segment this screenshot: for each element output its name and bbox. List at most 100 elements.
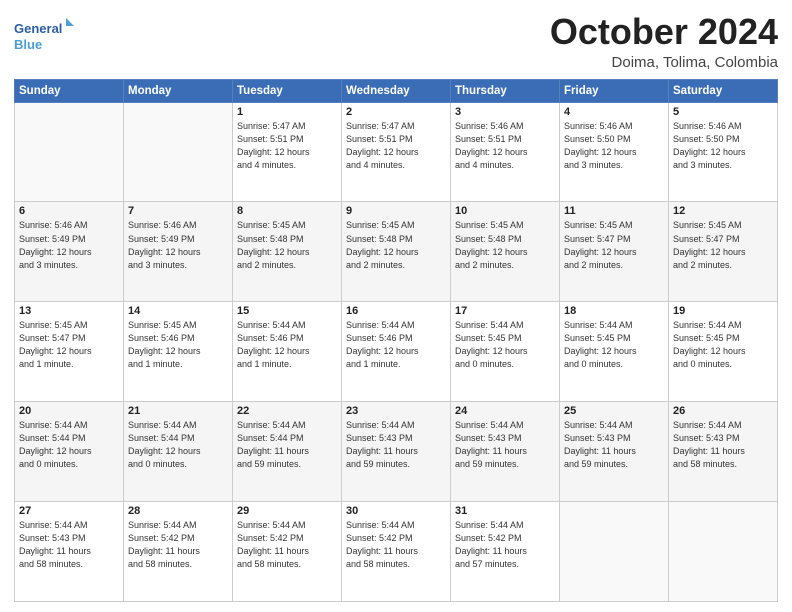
day-detail: Sunrise: 5:45 AM Sunset: 5:48 PM Dayligh… [455, 219, 555, 271]
day-detail: Sunrise: 5:44 AM Sunset: 5:43 PM Dayligh… [19, 519, 119, 571]
day-cell: 14Sunrise: 5:45 AM Sunset: 5:46 PM Dayli… [124, 302, 233, 402]
day-detail: Sunrise: 5:45 AM Sunset: 5:47 PM Dayligh… [673, 219, 773, 271]
day-cell: 22 Sunrise: 5:44 AM Sunset: 5:44 PM Dayli… [233, 402, 342, 502]
page: General Blue October 2024 Doima, Tolima,… [0, 0, 792, 612]
day-detail: Sunrise: 5:44 AM Sunset: 5:45 PM Dayligh… [564, 319, 664, 371]
day-number: 9 [346, 205, 446, 217]
day-cell: 11 Sunrise: 5:45 AM Sunset: 5:47 PM Dayli… [560, 202, 669, 302]
day-number: 21 [128, 405, 228, 417]
week-row-1: 1 Sunrise: 5:47 AM Sunset: 5:51 PM Daylig… [15, 102, 778, 202]
calendar-body: 1 Sunrise: 5:47 AM Sunset: 5:51 PM Daylig… [15, 102, 778, 601]
day-detail: Sunrise: 5:44 AM Sunset: 5:42 PM Dayligh… [346, 519, 446, 571]
day-cell: 7Sunrise: 5:46 AM Sunset: 5:49 PM Daylig… [124, 202, 233, 302]
day-cell [560, 502, 669, 602]
day-cell: 6 Sunrise: 5:46 AM Sunset: 5:49 PM Daylig… [15, 202, 124, 302]
col-thursday: Thursday [451, 79, 560, 102]
day-detail: Sunrise: 5:44 AM Sunset: 5:44 PM Dayligh… [128, 419, 228, 471]
day-cell: 1 Sunrise: 5:47 AM Sunset: 5:51 PM Daylig… [233, 102, 342, 202]
week-row-3: 13 Sunrise: 5:45 AM Sunset: 5:47 PM Dayli… [15, 302, 778, 402]
header-row: Sunday Monday Tuesday Wednesday Thursday… [15, 79, 778, 102]
col-tuesday: Tuesday [233, 79, 342, 102]
week-row-5: 27 Sunrise: 5:44 AM Sunset: 5:43 PM Dayli… [15, 502, 778, 602]
logo: General Blue [14, 16, 74, 56]
day-number: 4 [564, 106, 664, 118]
day-cell: 18 Sunrise: 5:44 AM Sunset: 5:45 PM Dayli… [560, 302, 669, 402]
day-detail: Sunrise: 5:44 AM Sunset: 5:43 PM Dayligh… [346, 419, 446, 471]
day-cell: 21 Sunrise: 5:44 AM Sunset: 5:44 PM Dayli… [124, 402, 233, 502]
day-cell: 17 Sunrise: 5:44 AM Sunset: 5:45 PM Dayli… [451, 302, 560, 402]
day-detail: Sunrise: 5:45 AM Sunset: 5:48 PM Dayligh… [346, 219, 446, 271]
svg-text:Blue: Blue [14, 37, 42, 52]
day-number: 5 [673, 106, 773, 118]
day-cell: 25 Sunrise: 5:44 AM Sunset: 5:43 PM Dayli… [560, 402, 669, 502]
day-cell: 3 Sunrise: 5:46 AM Sunset: 5:51 PM Daylig… [451, 102, 560, 202]
day-detail: Sunrise: 5:44 AM Sunset: 5:45 PM Dayligh… [455, 319, 555, 371]
day-detail: Sunrise: 5:45 AM Sunset: 5:47 PM Dayligh… [19, 319, 119, 371]
day-cell: 9 Sunrise: 5:45 AM Sunset: 5:48 PM Daylig… [342, 202, 451, 302]
day-cell: 28Sunrise: 5:44 AM Sunset: 5:42 PM Dayli… [124, 502, 233, 602]
day-detail: Sunrise: 5:46 AM Sunset: 5:50 PM Dayligh… [673, 120, 773, 172]
day-cell: 24 Sunrise: 5:44 AM Sunset: 5:43 PM Dayli… [451, 402, 560, 502]
day-number: 24 [455, 405, 555, 417]
day-number: 18 [564, 305, 664, 317]
day-number: 14 [128, 305, 228, 317]
day-number: 2 [346, 106, 446, 118]
day-detail: Sunrise: 5:45 AM Sunset: 5:48 PM Dayligh… [237, 219, 337, 271]
day-detail: Sunrise: 5:45 AM Sunset: 5:47 PM Dayligh… [564, 219, 664, 271]
day-number: 31 [455, 505, 555, 517]
day-number: 28 [128, 505, 228, 517]
day-detail: Sunrise: 5:47 AM Sunset: 5:51 PM Dayligh… [346, 120, 446, 172]
day-cell: 10Sunrise: 5:45 AM Sunset: 5:48 PM Dayli… [451, 202, 560, 302]
day-number: 11 [564, 205, 664, 217]
day-detail: Sunrise: 5:44 AM Sunset: 5:43 PM Dayligh… [564, 419, 664, 471]
day-detail: Sunrise: 5:44 AM Sunset: 5:42 PM Dayligh… [455, 519, 555, 571]
day-cell: 29 Sunrise: 5:44 AM Sunset: 5:42 PM Dayli… [233, 502, 342, 602]
day-number: 25 [564, 405, 664, 417]
day-number: 20 [19, 405, 119, 417]
day-detail: Sunrise: 5:44 AM Sunset: 5:43 PM Dayligh… [455, 419, 555, 471]
col-sunday: Sunday [15, 79, 124, 102]
day-number: 8 [237, 205, 337, 217]
col-monday: Monday [124, 79, 233, 102]
day-number: 1 [237, 106, 337, 118]
day-detail: Sunrise: 5:47 AM Sunset: 5:51 PM Dayligh… [237, 120, 337, 172]
day-detail: Sunrise: 5:46 AM Sunset: 5:49 PM Dayligh… [19, 219, 119, 271]
day-detail: Sunrise: 5:44 AM Sunset: 5:43 PM Dayligh… [673, 419, 773, 471]
day-number: 19 [673, 305, 773, 317]
day-cell: 4 Sunrise: 5:46 AM Sunset: 5:50 PM Daylig… [560, 102, 669, 202]
day-number: 27 [19, 505, 119, 517]
day-number: 3 [455, 106, 555, 118]
day-cell [669, 502, 778, 602]
day-cell: 31 Sunrise: 5:44 AM Sunset: 5:42 PM Dayli… [451, 502, 560, 602]
day-number: 13 [19, 305, 119, 317]
week-row-4: 20 Sunrise: 5:44 AM Sunset: 5:44 PM Dayli… [15, 402, 778, 502]
day-detail: Sunrise: 5:46 AM Sunset: 5:50 PM Dayligh… [564, 120, 664, 172]
svg-text:General: General [14, 21, 62, 36]
day-cell: 8 Sunrise: 5:45 AM Sunset: 5:48 PM Daylig… [233, 202, 342, 302]
day-cell [15, 102, 124, 202]
day-number: 7 [128, 205, 228, 217]
day-number: 22 [237, 405, 337, 417]
day-number: 17 [455, 305, 555, 317]
day-number: 26 [673, 405, 773, 417]
location: Doima, Tolima, Colombia [550, 54, 778, 71]
day-detail: Sunrise: 5:44 AM Sunset: 5:42 PM Dayligh… [237, 519, 337, 571]
day-number: 23 [346, 405, 446, 417]
day-cell: 30 Sunrise: 5:44 AM Sunset: 5:42 PM Dayli… [342, 502, 451, 602]
day-number: 29 [237, 505, 337, 517]
logo-svg: General Blue [14, 16, 74, 56]
day-number: 30 [346, 505, 446, 517]
day-cell: 16Sunrise: 5:44 AM Sunset: 5:46 PM Dayli… [342, 302, 451, 402]
day-detail: Sunrise: 5:46 AM Sunset: 5:51 PM Dayligh… [455, 120, 555, 172]
month-title: October 2024 [550, 12, 778, 52]
col-friday: Friday [560, 79, 669, 102]
col-saturday: Saturday [669, 79, 778, 102]
week-row-2: 6 Sunrise: 5:46 AM Sunset: 5:49 PM Daylig… [15, 202, 778, 302]
day-cell: 27 Sunrise: 5:44 AM Sunset: 5:43 PM Dayli… [15, 502, 124, 602]
day-cell: 13 Sunrise: 5:45 AM Sunset: 5:47 PM Dayli… [15, 302, 124, 402]
day-number: 16 [346, 305, 446, 317]
day-cell: 23 Sunrise: 5:44 AM Sunset: 5:43 PM Dayli… [342, 402, 451, 502]
calendar-table: Sunday Monday Tuesday Wednesday Thursday… [14, 79, 778, 602]
day-detail: Sunrise: 5:44 AM Sunset: 5:44 PM Dayligh… [237, 419, 337, 471]
day-number: 6 [19, 205, 119, 217]
